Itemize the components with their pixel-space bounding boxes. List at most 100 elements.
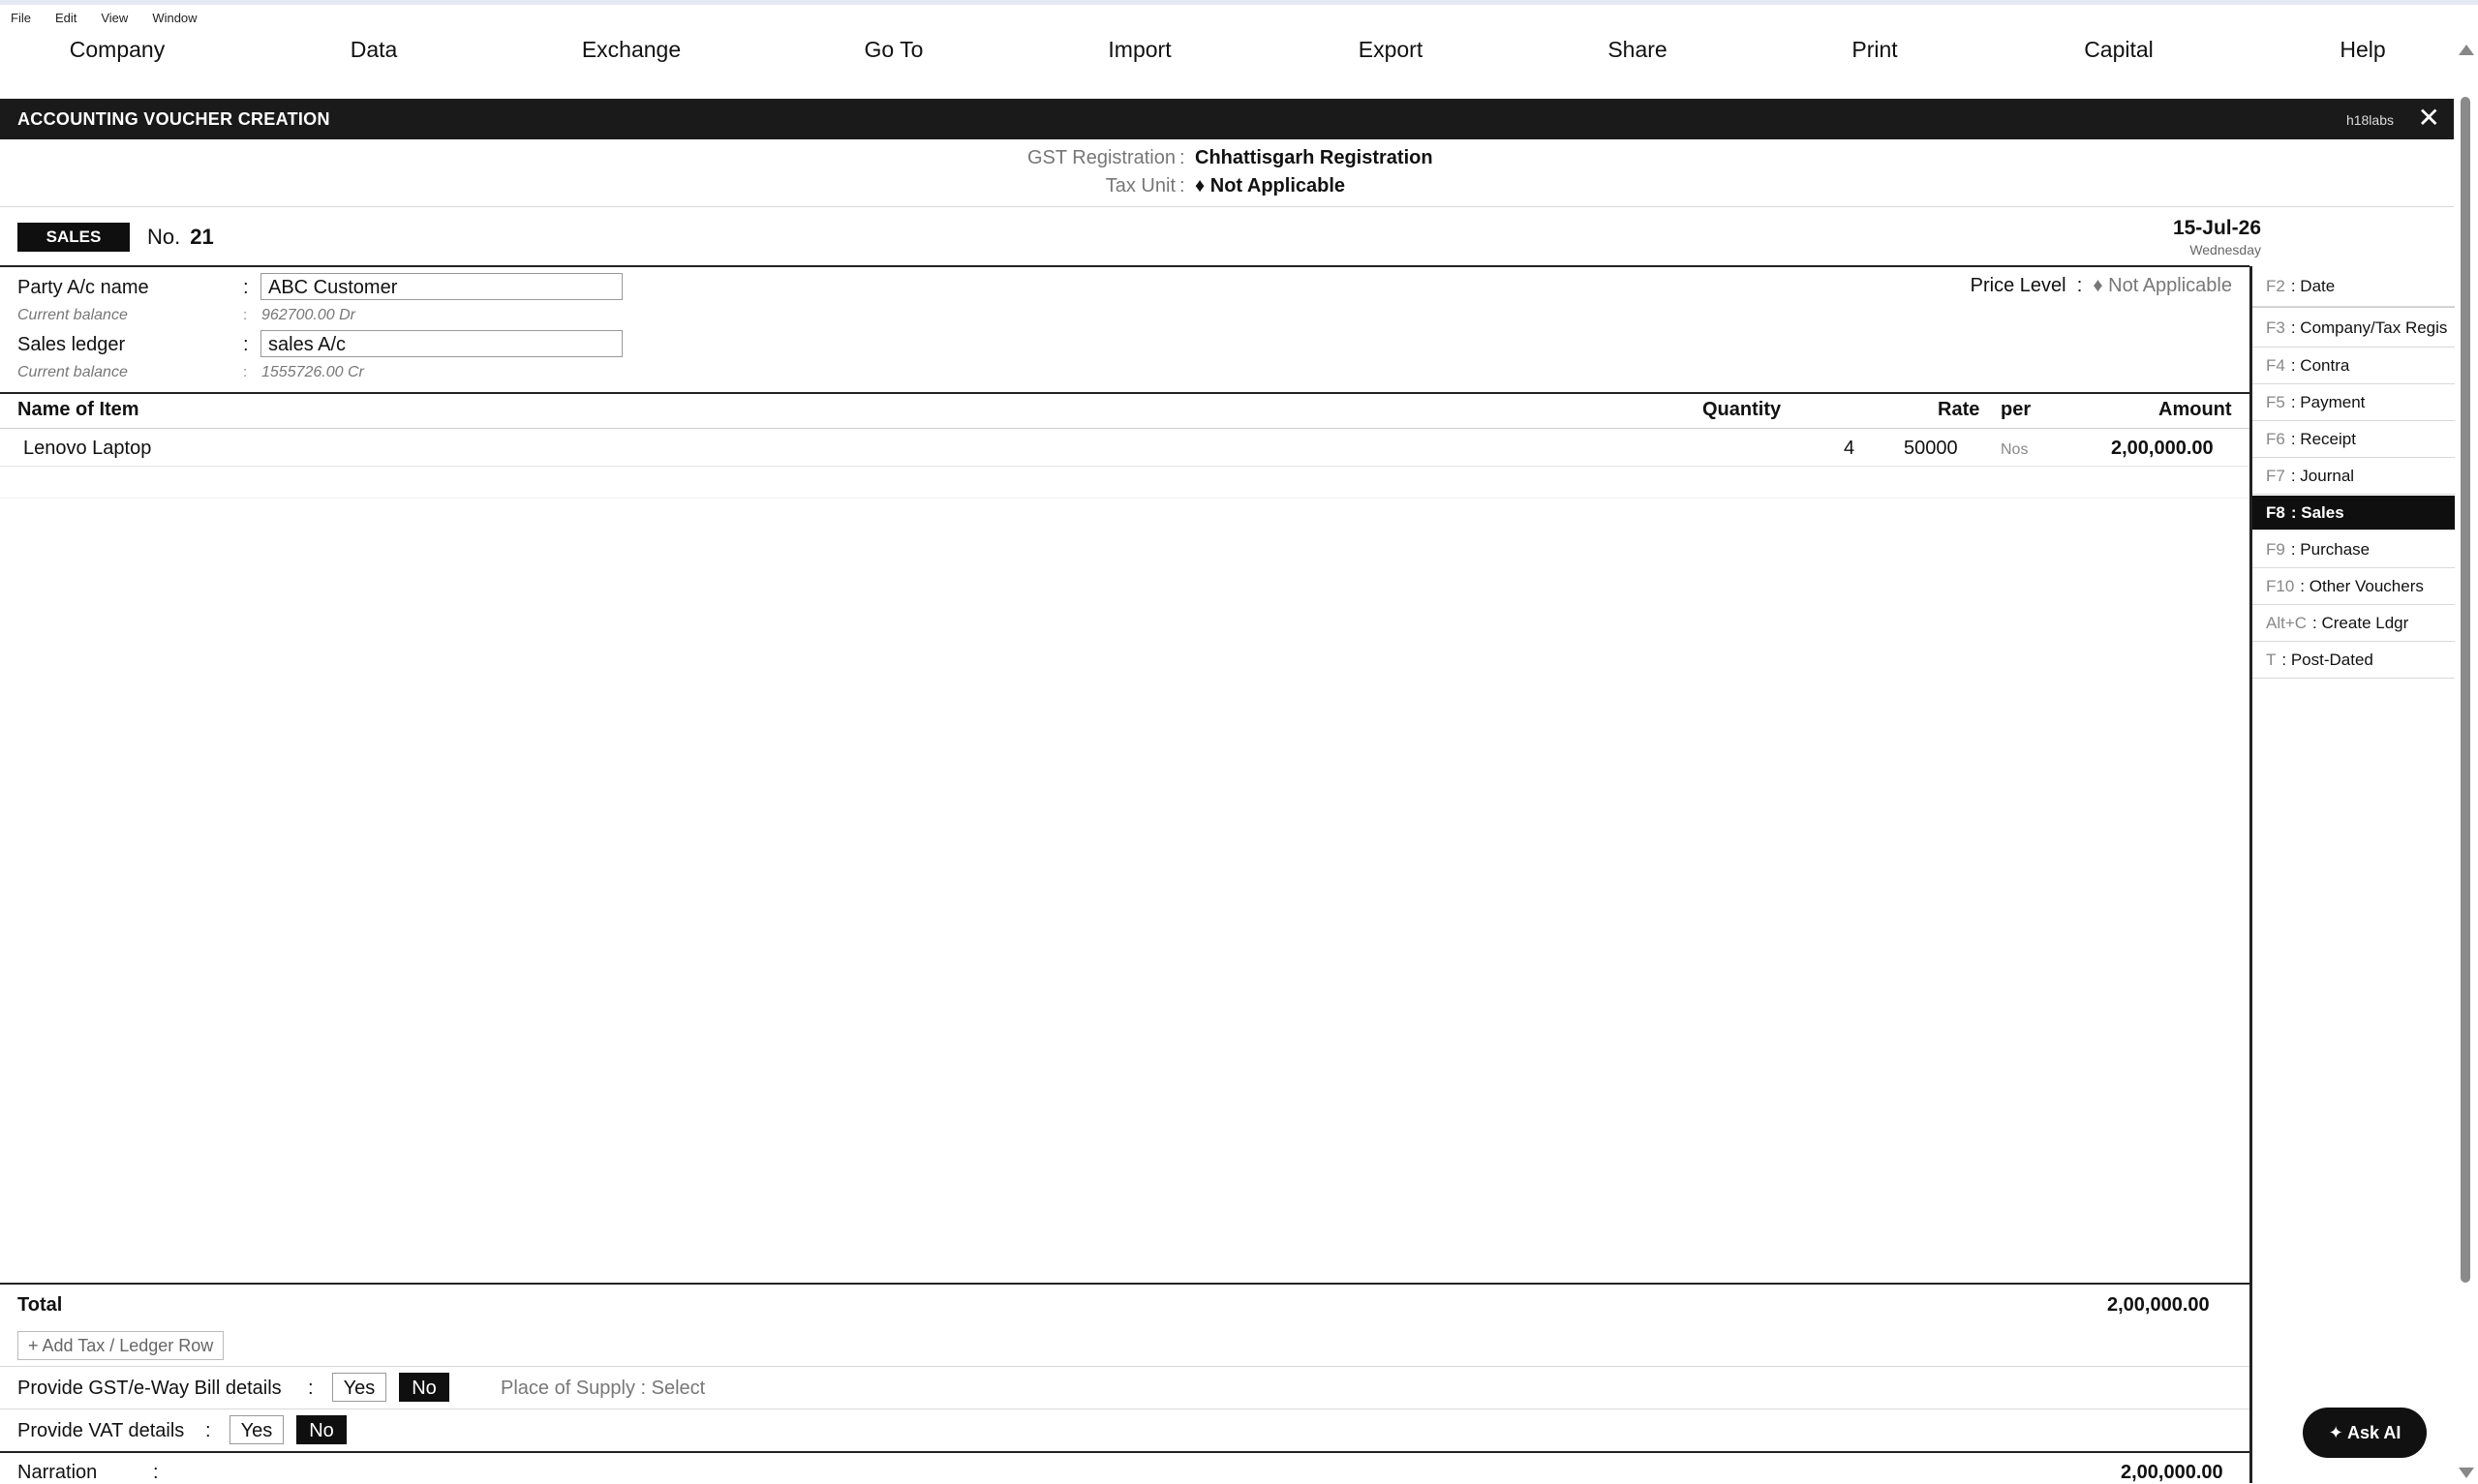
scrollbar-thumb[interactable] — [2461, 97, 2470, 1283]
colon: : — [205, 1420, 211, 1441]
sidebar-item-purchase[interactable]: F9: Purchase — [2252, 531, 2455, 568]
shortcut-key: F5 — [2266, 393, 2285, 411]
tax-unit-value[interactable]: ♦ Not Applicable — [1195, 175, 1345, 197]
place-of-supply[interactable]: Place of Supply : Select — [501, 1378, 705, 1400]
window-title: ACCOUNTING VOUCHER CREATION — [17, 109, 330, 129]
add-tax-ledger-row-button[interactable]: + Add Tax / Ledger Row — [17, 1331, 225, 1360]
menu-window[interactable]: Window — [141, 11, 210, 34]
column-header-amount: Amount — [2158, 399, 2232, 420]
menu-view[interactable]: View — [90, 11, 141, 34]
sidebar-item-other-vouchers[interactable]: F10: Other Vouchers — [2252, 568, 2455, 605]
menu-exchange[interactable]: Exchange — [582, 37, 681, 63]
divider — [0, 1451, 2249, 1453]
column-header-item: Name of Item — [17, 399, 139, 420]
party-balance-label: Current balance — [17, 307, 128, 323]
sidebar-item-post-dated[interactable]: T: Post-Dated — [2252, 642, 2455, 679]
divider — [0, 392, 2249, 394]
colon: : — [243, 364, 248, 380]
divider — [0, 1366, 2249, 1367]
total-label: Total — [17, 1294, 63, 1316]
gst-details-no-button[interactable]: No — [399, 1373, 449, 1402]
sidebar-item-company-tax[interactable]: F3: Company/Tax Regis — [2252, 307, 2455, 348]
voucher-title-bar: ACCOUNTING VOUCHER CREATION h18labs ✕ — [0, 99, 2454, 139]
divider — [0, 206, 2454, 207]
voucher-weekday: Wednesday — [2189, 242, 2261, 257]
ask-ai-button[interactable]: ✦ Ask AI — [2303, 1408, 2427, 1458]
menu-edit[interactable]: Edit — [45, 11, 90, 34]
system-menu-bar: File Edit View Window — [0, 11, 211, 34]
sidebar-item-contra[interactable]: F4 : Contra — [2252, 348, 2455, 384]
menu-share[interactable]: Share — [1607, 37, 1667, 63]
sidebar-item-date[interactable]: F2 : Date — [2252, 266, 2455, 307]
colon: : — [243, 334, 249, 355]
narration-label: Narration — [17, 1462, 98, 1483]
shortcut-key: F9 — [2266, 540, 2285, 559]
gst-details-yes-button[interactable]: Yes — [332, 1373, 386, 1402]
scroll-up-icon[interactable] — [2459, 45, 2474, 55]
shortcut-key: F2 — [2266, 277, 2285, 295]
item-amount: 2,00,000.00 — [2111, 438, 2214, 459]
menu-help[interactable]: Help — [2340, 37, 2385, 63]
voucher-date-value: 15-Jul-26 — [2172, 217, 2261, 239]
colon: : — [308, 1378, 314, 1399]
divider — [0, 1283, 2249, 1285]
price-level[interactable]: Price Level : ♦ Not Applicable — [1971, 275, 2232, 297]
shortcut-label: : Create Ldgr — [2312, 614, 2409, 632]
scroll-down-icon[interactable] — [2459, 1468, 2474, 1478]
colon: : — [2071, 275, 2088, 296]
shortcut-label: : Post-Dated — [2281, 651, 2373, 669]
sales-ledger-balance-label: Current balance — [17, 364, 128, 380]
party-name-field[interactable]: ABC Customer — [260, 273, 623, 300]
shortcut-key: F3 — [2266, 318, 2285, 337]
close-icon[interactable]: ✕ — [2418, 104, 2440, 133]
item-name: Lenovo Laptop — [23, 438, 152, 459]
party-name-label: Party A/c name — [17, 277, 149, 298]
menu-file[interactable]: File — [0, 11, 45, 34]
shortcut-key: F4 — [2266, 356, 2285, 375]
column-header-per: per — [2001, 399, 2032, 420]
main-menu-bar: Company Data Exchange Go To Import Expor… — [0, 37, 2450, 70]
menu-data[interactable]: Data — [351, 37, 398, 63]
menu-company[interactable]: Company — [70, 37, 165, 63]
voucher-number: No. 21 — [147, 225, 214, 250]
menu-import[interactable]: Import — [1108, 37, 1171, 63]
shortcut-key: F7 — [2266, 467, 2285, 485]
item-quantity: 4 — [1844, 438, 1855, 459]
colon: : — [243, 277, 249, 298]
gst-registration-colon: : — [1179, 147, 1185, 168]
voucher-number-label: No. — [147, 225, 181, 249]
shortcut-label: : Contra — [2290, 356, 2350, 375]
price-level-value: ♦ Not Applicable — [2093, 275, 2232, 296]
vat-details-label: Provide VAT details — [17, 1420, 185, 1441]
shortcut-label: : Date — [2290, 277, 2336, 295]
gst-details-label: Provide GST/e-Way Bill details — [17, 1378, 282, 1399]
sidebar-item-sales[interactable]: F8 : Sales — [2252, 496, 2455, 530]
gst-registration-value[interactable]: Chhattisgarh Registration — [1195, 147, 1433, 169]
sidebar-item-payment[interactable]: F5: Payment — [2252, 384, 2455, 421]
narration-amount: 2,00,000.00 — [2121, 1462, 2223, 1483]
vat-details-yes-button[interactable]: Yes — [229, 1415, 284, 1444]
sidebar-item-create-ledger[interactable]: Alt+C: Create Ldgr — [2252, 605, 2455, 642]
total-value: 2,00,000.00 — [2107, 1294, 2210, 1316]
menu-go-to[interactable]: Go To — [865, 37, 924, 63]
shortcut-label: : Sales — [2290, 503, 2344, 522]
menu-print[interactable]: Print — [1851, 37, 1897, 63]
sidebar-item-journal[interactable]: F7: Journal — [2252, 458, 2455, 495]
shortcut-key: F8 — [2266, 503, 2285, 522]
price-level-label: Price Level — [1970, 275, 2066, 296]
colon: : — [153, 1462, 159, 1483]
shortcut-sidebar: F2 : Date F3: Company/Tax Regis F4 : Contr… — [2249, 266, 2458, 1483]
sidebar-item-receipt[interactable]: F6: Receipt — [2252, 421, 2455, 458]
item-per: Nos — [2001, 441, 2029, 458]
divider — [0, 1408, 2249, 1409]
vat-details-no-button[interactable]: No — [296, 1415, 347, 1444]
voucher-date[interactable]: 15-Jul-26 Wednesday — [2173, 217, 2261, 257]
menu-capital[interactable]: Capital — [2084, 37, 2154, 63]
sales-ledger-field[interactable]: sales A/c — [260, 330, 623, 357]
divider — [0, 428, 2249, 429]
menu-export[interactable]: Export — [1359, 37, 1423, 63]
shortcut-key: F10 — [2266, 577, 2295, 595]
shortcut-label: : Receipt — [2290, 430, 2356, 448]
sales-ledger-label: Sales ledger — [17, 334, 126, 355]
item-rate: 50000 — [1904, 438, 1958, 459]
